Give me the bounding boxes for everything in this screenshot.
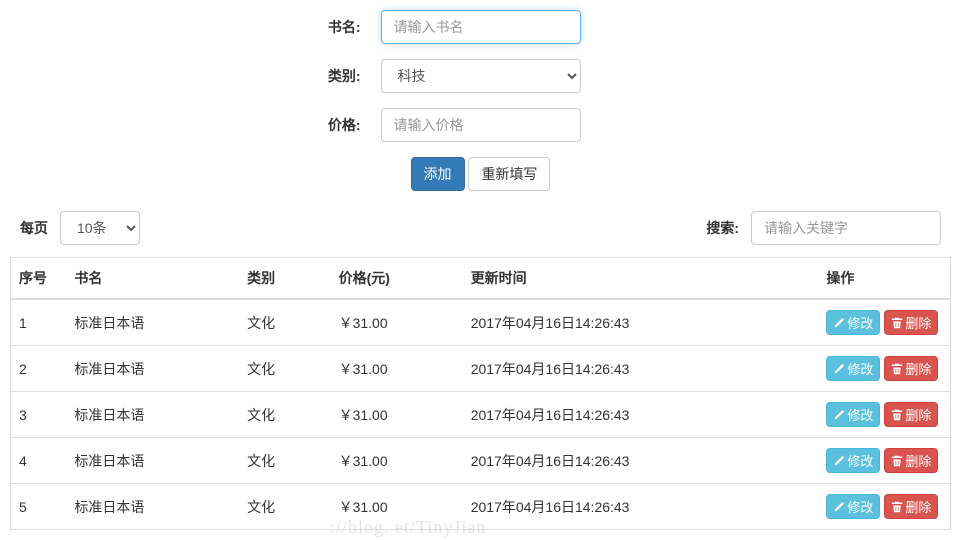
price-input[interactable] bbox=[381, 108, 581, 142]
trash-icon bbox=[891, 501, 903, 513]
edit-label: 修改 bbox=[847, 454, 873, 469]
cell-category: 文化 bbox=[239, 299, 330, 346]
pencil-icon bbox=[833, 501, 845, 513]
category-select[interactable]: 科技 bbox=[381, 59, 581, 93]
cell-updated: 2017年04月16日14:26:43 bbox=[463, 438, 819, 484]
delete-label: 删除 bbox=[905, 454, 931, 469]
delete-button[interactable]: 删除 bbox=[884, 356, 938, 381]
add-book-form: 书名: 类别: 科技 价格: 添加 重新填写 bbox=[181, 10, 781, 191]
delete-label: 删除 bbox=[905, 362, 931, 377]
cell-ops: 修改 删除 bbox=[818, 438, 950, 484]
table-toolbar: 每页 10条 搜索: bbox=[10, 211, 951, 245]
cell-name: 标准日本语 bbox=[66, 299, 239, 346]
cell-category: 文化 bbox=[239, 438, 330, 484]
price-label: 价格: bbox=[181, 115, 381, 135]
cell-updated: 2017年04月16日14:26:43 bbox=[463, 346, 819, 392]
th-name: 书名 bbox=[66, 258, 239, 300]
cell-updated: 2017年04月16日14:26:43 bbox=[463, 392, 819, 438]
edit-button[interactable]: 修改 bbox=[826, 494, 880, 519]
table-row: 4标准日本语文化￥31.002017年04月16日14:26:43 修改 删除 bbox=[11, 438, 951, 484]
cell-ops: 修改 删除 bbox=[818, 484, 950, 530]
edit-label: 修改 bbox=[847, 316, 873, 331]
cell-seq: 3 bbox=[11, 392, 67, 438]
cell-seq: 2 bbox=[11, 346, 67, 392]
th-seq: 序号 bbox=[11, 258, 67, 300]
cell-price: ￥31.00 bbox=[331, 438, 463, 484]
table-row: 2标准日本语文化￥31.002017年04月16日14:26:43 修改 删除 bbox=[11, 346, 951, 392]
cell-ops: 修改 删除 bbox=[818, 346, 950, 392]
table-row: 1标准日本语文化￥31.002017年04月16日14:26:43 修改 删除 bbox=[11, 299, 951, 346]
cell-price: ￥31.00 bbox=[331, 346, 463, 392]
cell-name: 标准日本语 bbox=[66, 484, 239, 530]
table-row: 3标准日本语文化￥31.002017年04月16日14:26:43 修改 删除 bbox=[11, 392, 951, 438]
book-name-input[interactable] bbox=[381, 10, 581, 44]
cell-seq: 1 bbox=[11, 299, 67, 346]
edit-button[interactable]: 修改 bbox=[826, 402, 880, 427]
delete-label: 删除 bbox=[905, 408, 931, 423]
per-page-label: 每页 bbox=[20, 218, 48, 238]
trash-icon bbox=[891, 363, 903, 375]
cell-price: ￥31.00 bbox=[331, 299, 463, 346]
pencil-icon bbox=[833, 409, 845, 421]
delete-button[interactable]: 删除 bbox=[884, 448, 938, 473]
edit-button[interactable]: 修改 bbox=[826, 310, 880, 335]
cell-name: 标准日本语 bbox=[66, 346, 239, 392]
name-label: 书名: bbox=[181, 17, 381, 37]
add-button[interactable]: 添加 bbox=[411, 157, 465, 191]
cell-price: ￥31.00 bbox=[331, 484, 463, 530]
cell-name: 标准日本语 bbox=[66, 392, 239, 438]
reset-button[interactable]: 重新填写 bbox=[468, 157, 550, 191]
per-page-select[interactable]: 10条 bbox=[60, 211, 140, 245]
category-label: 类别: bbox=[181, 66, 381, 86]
search-label: 搜索: bbox=[706, 218, 739, 238]
pencil-icon bbox=[833, 455, 845, 467]
edit-label: 修改 bbox=[847, 500, 873, 515]
table-row: 5标准日本语文化￥31.002017年04月16日14:26:43 修改 删除 bbox=[11, 484, 951, 530]
pencil-icon bbox=[833, 363, 845, 375]
delete-button[interactable]: 删除 bbox=[884, 402, 938, 427]
trash-icon bbox=[891, 409, 903, 421]
th-ops: 操作 bbox=[818, 258, 950, 300]
cell-updated: 2017年04月16日14:26:43 bbox=[463, 484, 819, 530]
cell-seq: 4 bbox=[11, 438, 67, 484]
cell-name: 标准日本语 bbox=[66, 438, 239, 484]
search-input[interactable] bbox=[751, 211, 941, 245]
cell-price: ￥31.00 bbox=[331, 392, 463, 438]
trash-icon bbox=[891, 455, 903, 467]
th-price: 价格(元) bbox=[331, 258, 463, 300]
pencil-icon bbox=[833, 317, 845, 329]
cell-category: 文化 bbox=[239, 484, 330, 530]
cell-ops: 修改 删除 bbox=[818, 299, 950, 346]
delete-button[interactable]: 删除 bbox=[884, 310, 938, 335]
cell-category: 文化 bbox=[239, 346, 330, 392]
edit-label: 修改 bbox=[847, 362, 873, 377]
th-updated: 更新时间 bbox=[463, 258, 819, 300]
cell-updated: 2017年04月16日14:26:43 bbox=[463, 299, 819, 346]
cell-category: 文化 bbox=[239, 392, 330, 438]
delete-label: 删除 bbox=[905, 316, 931, 331]
cell-seq: 5 bbox=[11, 484, 67, 530]
books-table: 序号 书名 类别 价格(元) 更新时间 操作 1标准日本语文化￥31.00201… bbox=[10, 257, 951, 530]
trash-icon bbox=[891, 317, 903, 329]
cell-ops: 修改 删除 bbox=[818, 392, 950, 438]
th-category: 类别 bbox=[239, 258, 330, 300]
delete-label: 删除 bbox=[905, 500, 931, 515]
edit-button[interactable]: 修改 bbox=[826, 448, 880, 473]
edit-button[interactable]: 修改 bbox=[826, 356, 880, 381]
delete-button[interactable]: 删除 bbox=[884, 494, 938, 519]
edit-label: 修改 bbox=[847, 408, 873, 423]
